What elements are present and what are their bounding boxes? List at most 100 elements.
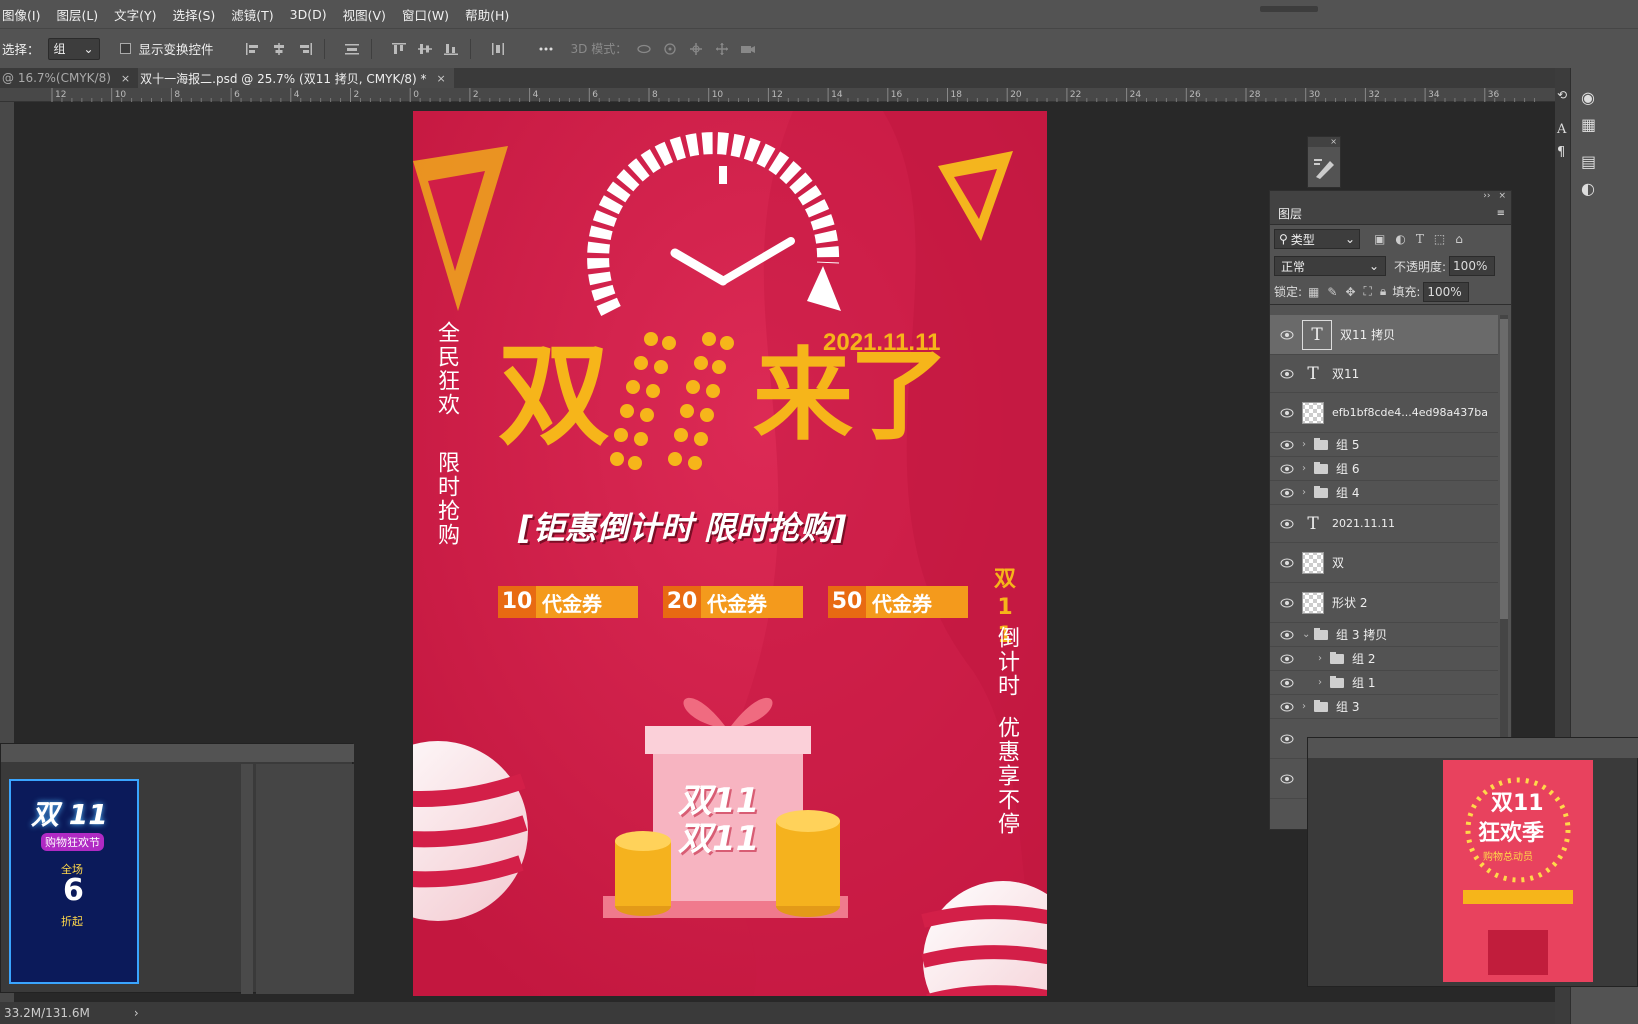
layer-name[interactable]: 双11 — [1332, 365, 1359, 382]
layer-row[interactable]: › 组 1 — [1270, 671, 1498, 695]
layer-name[interactable]: 双 — [1332, 554, 1344, 571]
3d-orbit-icon[interactable] — [635, 41, 653, 57]
lock-all-icon[interactable]: 🔒︎ — [1380, 284, 1386, 299]
filter-type-icon[interactable]: T — [1416, 232, 1424, 246]
brush-panel-collapsed[interactable]: × — [1307, 136, 1341, 188]
layer-row[interactable]: › 组 4 — [1270, 481, 1498, 505]
visibility-eye-icon[interactable] — [1280, 702, 1296, 712]
layer-name[interactable]: 组 2 — [1352, 650, 1375, 667]
tab-document-2[interactable]: 双十一海报二.psd @ 25.7% (双11 拷贝, CMYK/8) * × — [138, 68, 454, 88]
menu-3d[interactable]: 3D(D) — [290, 7, 327, 22]
3d-camera-icon[interactable] — [739, 41, 757, 57]
filter-pixel-icon[interactable]: ▣ — [1374, 232, 1385, 246]
layer-name[interactable]: 组 4 — [1336, 484, 1359, 501]
align-top-icon[interactable] — [390, 41, 408, 57]
more-options-icon[interactable] — [537, 41, 555, 57]
menu-view[interactable]: 视图(V) — [343, 5, 386, 24]
3d-roll-icon[interactable] — [661, 41, 679, 57]
layer-row[interactable]: › 组 2 — [1270, 647, 1498, 671]
paragraph-icon[interactable]: ¶ — [1555, 145, 1570, 160]
layer-row[interactable]: 双 — [1270, 543, 1498, 583]
filter-smart-icon[interactable]: ⌂ — [1455, 232, 1463, 246]
workspace-switcher[interactable] — [1260, 6, 1318, 12]
horizontal-ruler[interactable]: 12 10 8 6 4 2 0 2 4 6 8 10 12 14 16 18 20 22 24 26 28 30 32 34 3… — [0, 88, 1555, 102]
layer-name[interactable]: 形状 2 — [1332, 594, 1367, 611]
menu-select[interactable]: 选择(S) — [173, 5, 216, 24]
align-right-icon[interactable] — [296, 41, 314, 57]
visibility-eye-icon[interactable] — [1280, 488, 1296, 498]
layer-row-text-selected[interactable]: T 双11 拷贝 — [1270, 315, 1498, 355]
menu-filter[interactable]: 滤镜(T) — [231, 5, 273, 24]
layer-row[interactable]: T 双11 — [1270, 355, 1498, 393]
show-transform-checkbox[interactable] — [119, 43, 131, 54]
visibility-eye-icon[interactable] — [1280, 519, 1296, 529]
menu-layer[interactable]: 图层(L) — [56, 5, 98, 24]
character-icon[interactable]: A — [1555, 122, 1570, 137]
lock-artboard-icon[interactable]: ⛶ — [1364, 284, 1372, 299]
adjustments-icon[interactable]: ◐ — [1581, 179, 1638, 198]
layer-row[interactable]: ⌄ 组 3 拷贝 — [1270, 623, 1498, 647]
menu-image[interactable]: 图像(I) — [2, 5, 40, 24]
collapse-arrow-icon[interactable]: ⌄ — [1302, 629, 1312, 640]
collapse-icon[interactable]: ›› — [1483, 191, 1490, 203]
visibility-eye-icon[interactable] — [1280, 598, 1296, 608]
expand-arrow-icon[interactable]: › — [1318, 653, 1328, 664]
align-bottom-icon[interactable] — [442, 41, 460, 57]
layer-name[interactable]: 组 3 — [1336, 698, 1359, 715]
auto-select-dropdown[interactable]: 组 ⌄ — [47, 37, 100, 60]
swatches-icon[interactable]: ▦ — [1581, 115, 1638, 134]
visibility-eye-icon[interactable] — [1280, 558, 1296, 568]
visibility-eye-icon[interactable] — [1280, 408, 1296, 418]
expand-arrow-icon[interactable]: › — [1302, 439, 1312, 450]
visibility-eye-icon[interactable] — [1280, 440, 1296, 450]
layer-name[interactable]: 双11 拷贝 — [1340, 326, 1395, 343]
fill-field[interactable]: 100% — [1423, 281, 1470, 302]
menu-help[interactable]: 帮助(H) — [465, 5, 509, 24]
distribute-icon[interactable] — [343, 41, 361, 57]
close-icon[interactable]: × — [1498, 191, 1506, 203]
layer-row[interactable]: › 组 3 — [1270, 695, 1498, 719]
close-icon[interactable]: × — [437, 72, 446, 85]
layer-filter-dropdown[interactable]: ⚲ 类型 ⌄ — [1274, 229, 1360, 249]
scrollbar-thumb[interactable] — [1500, 319, 1508, 619]
visibility-eye-icon[interactable] — [1280, 654, 1296, 664]
layer-row[interactable]: 形状 2 — [1270, 583, 1498, 623]
align-center-icon[interactable] — [270, 41, 288, 57]
layer-name[interactable]: 组 3 拷贝 — [1336, 626, 1387, 643]
expand-arrow-icon[interactable]: › — [1302, 463, 1312, 474]
3d-pan-icon[interactable] — [687, 41, 705, 57]
status-arrow-icon[interactable]: › — [134, 1006, 139, 1020]
layer-row[interactable]: efb1bf8cde4...4ed98a437ba — [1270, 393, 1498, 433]
layer-row[interactable]: T 2021.11.11 — [1270, 505, 1498, 543]
lock-move-icon[interactable]: ✥ — [1345, 285, 1355, 299]
visibility-eye-icon[interactable] — [1280, 464, 1296, 474]
history-icon[interactable]: ⟲ — [1555, 88, 1570, 102]
libraries-icon[interactable]: ▤ — [1581, 152, 1638, 171]
menu-window[interactable]: 窗口(W) — [402, 5, 449, 24]
brush-icon[interactable] — [1308, 147, 1342, 187]
visibility-eye-icon[interactable] — [1280, 369, 1296, 379]
lock-brush-icon[interactable]: ✎ — [1327, 285, 1337, 299]
layer-name[interactable]: 组 5 — [1336, 436, 1359, 453]
lock-pixels-icon[interactable]: ▦ — [1308, 285, 1319, 299]
align-middle-icon[interactable] — [416, 41, 434, 57]
menu-type[interactable]: 文字(Y) — [114, 5, 156, 24]
layer-name[interactable]: 组 1 — [1352, 674, 1375, 691]
visibility-eye-icon[interactable] — [1280, 630, 1296, 640]
align-left-icon[interactable] — [244, 41, 262, 57]
layer-name[interactable]: efb1bf8cde4...4ed98a437ba — [1332, 406, 1488, 419]
layer-name[interactable]: 组 6 — [1336, 460, 1359, 477]
visibility-eye-icon[interactable] — [1280, 330, 1296, 340]
opacity-field[interactable]: 100% — [1449, 256, 1496, 276]
filter-shape-icon[interactable]: ⬚ — [1434, 232, 1445, 246]
filter-adjust-icon[interactable]: ◐ — [1395, 232, 1405, 246]
close-icon[interactable]: × — [121, 72, 130, 85]
layer-row[interactable]: › 组 6 — [1270, 457, 1498, 481]
distribute-vertical-icon[interactable] — [489, 41, 507, 57]
panel-menu-icon[interactable]: ≡ — [1497, 208, 1505, 219]
close-icon[interactable]: × — [1308, 137, 1340, 147]
tab-document-1[interactable]: @ 16.7%(CMYK/8) × — [0, 68, 139, 88]
visibility-eye-icon[interactable] — [1280, 678, 1296, 688]
expand-arrow-icon[interactable]: › — [1302, 701, 1312, 712]
3d-slide-icon[interactable] — [713, 41, 731, 57]
